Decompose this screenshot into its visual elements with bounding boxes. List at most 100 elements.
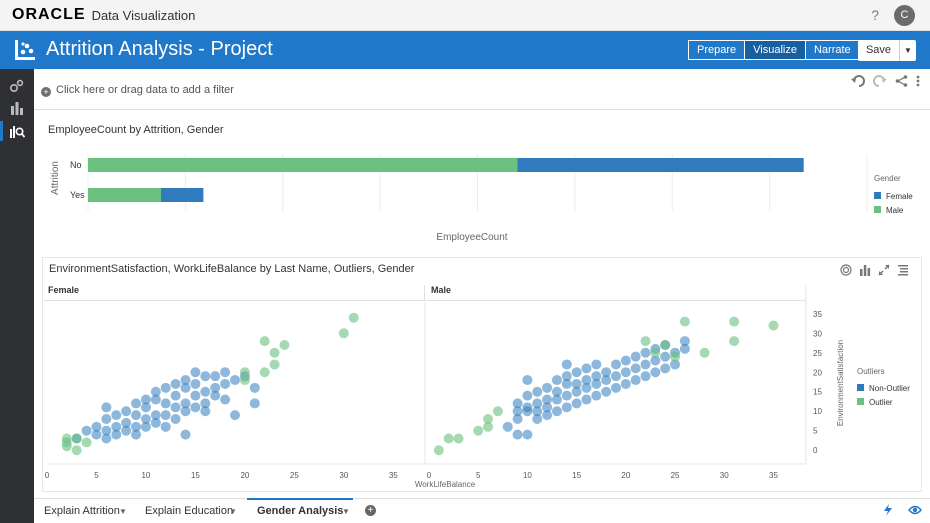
scatter-point-non-outlier[interactable] <box>170 414 181 425</box>
scatter-point-non-outlier[interactable] <box>542 382 553 393</box>
scatter-point-non-outlier[interactable] <box>131 421 142 432</box>
scatter-point-outlier[interactable] <box>492 406 503 417</box>
scatter-point-non-outlier[interactable] <box>532 398 543 409</box>
scatter-point-non-outlier[interactable] <box>121 417 132 428</box>
scatter-point-non-outlier[interactable] <box>131 398 142 409</box>
scatter-point-non-outlier[interactable] <box>522 375 533 386</box>
bar-no-male[interactable] <box>88 158 518 172</box>
bar-no-female[interactable] <box>517 158 804 172</box>
scatter-point-non-outlier[interactable] <box>640 359 651 370</box>
scatter-point-non-outlier[interactable] <box>522 429 533 440</box>
scatter-point-non-outlier[interactable] <box>200 406 211 417</box>
scatter-point-non-outlier[interactable] <box>91 421 102 432</box>
explain-nav-item[interactable] <box>0 121 26 141</box>
scatter-point-non-outlier[interactable] <box>522 402 533 413</box>
scatter-point-non-outlier[interactable] <box>591 371 602 382</box>
scatter-point-non-outlier[interactable] <box>160 382 171 393</box>
scatter-point-non-outlier[interactable] <box>581 394 592 405</box>
scatter-point-non-outlier[interactable] <box>611 359 621 370</box>
scatter-point-non-outlier[interactable] <box>150 410 161 421</box>
tab-gender-analysis[interactable]: Gender Analysis <box>246 498 354 517</box>
scatter-point-non-outlier[interactable] <box>111 410 122 421</box>
scatter-point-outlier[interactable] <box>348 312 359 323</box>
scatter-point-non-outlier[interactable] <box>101 402 112 413</box>
scatter-point-non-outlier[interactable] <box>591 390 602 401</box>
scatter-point-non-outlier[interactable] <box>140 394 151 405</box>
scatter-point-outlier[interactable] <box>433 445 444 456</box>
scatter-point-non-outlier[interactable] <box>210 382 221 393</box>
scatter-point-non-outlier[interactable] <box>611 382 621 393</box>
scatter-point-outlier[interactable] <box>483 414 494 425</box>
visualize-icon[interactable] <box>9 100 25 116</box>
scatter-point-non-outlier[interactable] <box>180 375 191 386</box>
scatter-point-non-outlier[interactable] <box>571 398 582 409</box>
scatter-point-non-outlier[interactable] <box>660 351 671 362</box>
scatter-point-outlier[interactable] <box>679 316 690 327</box>
avatar[interactable]: C <box>894 5 915 26</box>
scatter-point-outlier[interactable] <box>71 445 82 456</box>
scatter-point-non-outlier[interactable] <box>611 371 621 382</box>
scatter-point-non-outlier[interactable] <box>640 347 651 358</box>
scatter-point-non-outlier[interactable] <box>200 386 211 397</box>
scatter-point-non-outlier[interactable] <box>131 410 142 421</box>
scatter-point-outlier[interactable] <box>259 367 270 378</box>
scatter-point-outlier[interactable] <box>443 433 454 444</box>
bar-chart-visualization[interactable]: EmployeeCount by Attrition, Gender Attri… <box>42 116 922 250</box>
scatter-point-outlier[interactable] <box>269 347 280 358</box>
scatter-point-outlier[interactable] <box>670 351 681 362</box>
scatter-point-non-outlier[interactable] <box>551 386 562 397</box>
scatter-point-non-outlier[interactable] <box>512 398 523 409</box>
scatter-point-non-outlier[interactable] <box>200 371 211 382</box>
filter-placeholder[interactable]: Click here or drag data to add a filter <box>56 84 234 96</box>
more-menu-icon[interactable] <box>916 75 920 87</box>
scatter-point-non-outlier[interactable] <box>170 390 181 401</box>
scatter-point-non-outlier[interactable] <box>190 367 201 378</box>
scatter-point-outlier[interactable] <box>269 359 280 370</box>
scatter-point-non-outlier[interactable] <box>561 402 572 413</box>
chevron-down-icon[interactable]: ▼ <box>229 507 237 516</box>
bar-yes-female[interactable] <box>161 188 204 202</box>
scatter-point-non-outlier[interactable] <box>620 378 631 389</box>
scatter-point-non-outlier[interactable] <box>220 367 231 378</box>
scatter-point-non-outlier[interactable] <box>542 394 553 405</box>
scatter-point-non-outlier[interactable] <box>581 375 592 386</box>
scatter-point-non-outlier[interactable] <box>160 398 171 409</box>
add-tab-icon[interactable]: + <box>365 505 376 516</box>
lightning-icon[interactable] <box>882 504 894 516</box>
scatter-point-non-outlier[interactable] <box>640 371 651 382</box>
undo-icon[interactable] <box>851 75 865 87</box>
tab-explain-attrition[interactable]: Explain Attrition <box>44 505 120 517</box>
scatter-point-non-outlier[interactable] <box>180 429 191 440</box>
scatter-point-non-outlier[interactable] <box>210 371 221 382</box>
preview-eye-icon[interactable] <box>908 504 922 516</box>
save-button[interactable]: Save <box>858 40 900 61</box>
scatter-point-non-outlier[interactable] <box>551 406 562 417</box>
scatter-point-outlier[interactable] <box>650 347 661 358</box>
scatter-point-non-outlier[interactable] <box>620 367 631 378</box>
scatter-point-non-outlier[interactable] <box>502 421 513 432</box>
scatter-point-non-outlier[interactable] <box>660 363 671 374</box>
scatter-point-non-outlier[interactable] <box>160 410 171 421</box>
data-icon[interactable] <box>9 78 25 94</box>
scatter-point-non-outlier[interactable] <box>679 336 690 347</box>
scatter-point-outlier[interactable] <box>473 425 484 436</box>
scatter-point-outlier[interactable] <box>729 336 740 347</box>
tab-visualize[interactable]: Visualize <box>745 41 806 59</box>
scatter-point-non-outlier[interactable] <box>650 367 661 378</box>
chevron-down-icon[interactable]: ▼ <box>119 507 127 516</box>
scatter-point-non-outlier[interactable] <box>101 414 112 425</box>
tab-prepare[interactable]: Prepare <box>689 41 746 59</box>
scatter-point-non-outlier[interactable] <box>190 378 201 389</box>
scatter-point-non-outlier[interactable] <box>190 402 201 413</box>
scatter-point-outlier[interactable] <box>699 347 710 358</box>
scatter-point-non-outlier[interactable] <box>601 367 612 378</box>
scatter-point-outlier[interactable] <box>768 320 779 331</box>
scatter-point-non-outlier[interactable] <box>630 363 641 374</box>
scatter-point-outlier[interactable] <box>61 433 72 444</box>
add-filter-icon[interactable]: + <box>41 87 51 97</box>
scatter-point-non-outlier[interactable] <box>630 351 641 362</box>
scatter-point-non-outlier[interactable] <box>170 378 181 389</box>
scatter-point-outlier[interactable] <box>729 316 740 327</box>
scatter-point-non-outlier[interactable] <box>101 425 112 436</box>
share-icon[interactable] <box>895 75 908 87</box>
